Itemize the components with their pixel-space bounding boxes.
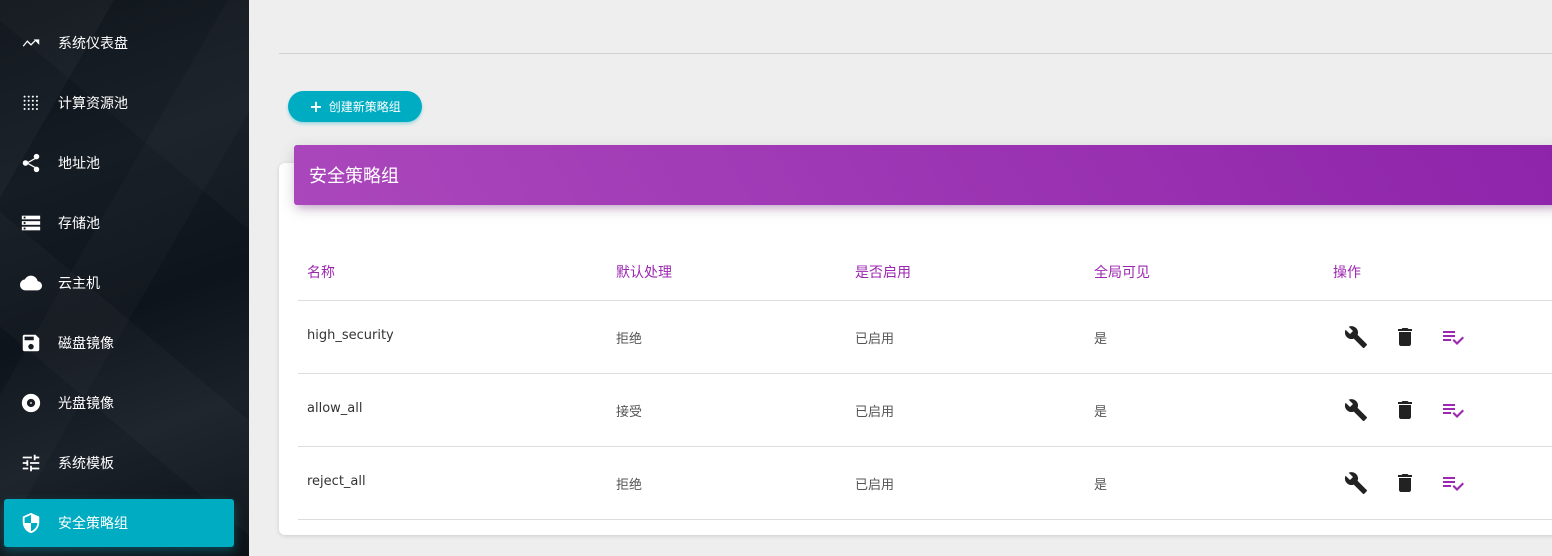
wrench-icon[interactable]: [1344, 325, 1368, 349]
sidebar-item-address-pool[interactable]: 地址池: [4, 139, 234, 187]
sliders-icon: [19, 451, 43, 475]
cell-name: allow_all: [307, 401, 363, 416]
column-header-enabled: 是否启用: [855, 265, 911, 281]
sidebar-item-system-template[interactable]: 系统模板: [4, 439, 234, 487]
trash-icon[interactable]: [1393, 398, 1417, 422]
plus-icon: +: [309, 96, 323, 116]
sidebar-item-label: 云主机: [58, 276, 100, 292]
column-header-actions: 操作: [1333, 265, 1361, 281]
sidebar-item-disk-image[interactable]: 磁盘镜像: [4, 319, 234, 367]
sidebar-item-label: 磁盘镜像: [58, 336, 114, 352]
save-icon: [19, 331, 43, 355]
cell-enabled: 已启用: [855, 405, 895, 420]
card-title: 安全策略组: [309, 166, 399, 187]
cell-global: 是: [1094, 332, 1108, 347]
playlist-check-icon[interactable]: [1441, 471, 1465, 495]
sidebar-item-compute-pool[interactable]: 计算资源池: [4, 79, 234, 127]
trash-icon[interactable]: [1393, 471, 1417, 495]
sidebar-item-storage-pool[interactable]: 存储池: [4, 199, 234, 247]
grid-dots-icon: [19, 91, 43, 115]
table-divider: [298, 519, 1552, 520]
sidebar-item-dashboard[interactable]: 系统仪表盘: [4, 19, 234, 67]
cloud-icon: [19, 271, 43, 295]
sidebar-item-label: 光盘镜像: [58, 396, 114, 412]
sidebar-item-label: 地址池: [58, 156, 100, 172]
column-header-global: 全局可见: [1094, 265, 1150, 281]
column-header-default-action: 默认处理: [616, 265, 672, 281]
cell-name: high_security: [307, 328, 394, 343]
playlist-check-icon[interactable]: [1441, 325, 1465, 349]
table-divider: [298, 373, 1552, 374]
sidebar-item-optical-image[interactable]: 光盘镜像: [4, 379, 234, 427]
sidebar-item-label: 安全策略组: [58, 516, 128, 532]
sidebar-item-label: 系统模板: [58, 456, 114, 472]
sidebar-item-label: 存储池: [58, 216, 100, 232]
create-security-group-button[interactable]: + 创建新策略组: [288, 91, 422, 122]
sidebar: 系统仪表盘 计算资源池 地址池 存储池 云主机 磁盘镜像 光盘镜像 系统模板 安…: [0, 0, 249, 556]
cell-name: reject_all: [307, 474, 366, 489]
sidebar-item-label: 计算资源池: [58, 96, 128, 112]
cell-default-action: 拒绝: [616, 332, 643, 347]
cell-default-action: 拒绝: [616, 478, 643, 493]
shield-icon: [19, 511, 43, 535]
sidebar-item-label: 系统仪表盘: [58, 36, 128, 52]
sidebar-item-cloud-host[interactable]: 云主机: [4, 259, 234, 307]
card-header: 安全策略组: [294, 145, 1552, 205]
column-header-name: 名称: [307, 265, 335, 281]
sidebar-item-security-group[interactable]: 安全策略组: [4, 499, 234, 547]
playlist-check-icon[interactable]: [1441, 398, 1465, 422]
wrench-icon[interactable]: [1344, 398, 1368, 422]
disc-icon: [19, 391, 43, 415]
trash-icon[interactable]: [1393, 325, 1417, 349]
table-divider: [298, 300, 1552, 301]
share-icon: [19, 151, 43, 175]
cell-global: 是: [1094, 478, 1108, 493]
cell-enabled: 已启用: [855, 478, 895, 493]
cell-default-action: 接受: [616, 405, 643, 420]
table-divider: [298, 446, 1552, 447]
wrench-icon[interactable]: [1344, 471, 1368, 495]
create-button-label: 创建新策略组: [328, 100, 401, 114]
cell-global: 是: [1094, 405, 1108, 420]
top-divider: [279, 53, 1552, 54]
trending-icon: [19, 31, 43, 55]
cell-enabled: 已启用: [855, 332, 895, 347]
storage-list-icon: [19, 211, 43, 235]
